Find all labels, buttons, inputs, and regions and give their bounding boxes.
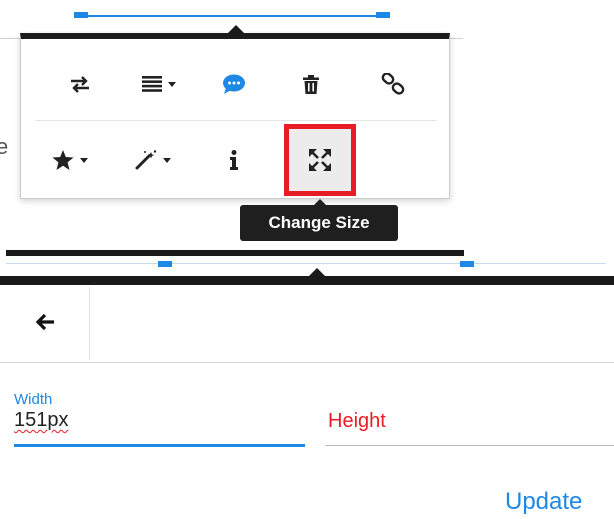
width-input-underline (14, 444, 305, 447)
magic-wand-icon (135, 150, 157, 170)
image-size-panel: Width 151px Height Update (0, 276, 614, 519)
style-dropdown-button[interactable] (122, 132, 184, 188)
chevron-down-icon (168, 81, 176, 87)
toolbar-separator (35, 120, 437, 121)
height-field[interactable]: Height (325, 391, 614, 446)
resize-handle-top-right[interactable] (376, 12, 390, 18)
image-toolbar (20, 33, 450, 199)
height-input-underline (325, 445, 614, 446)
content-divider (449, 38, 463, 39)
tooltip: Change Size (240, 205, 398, 241)
alt-text-button[interactable] (206, 132, 262, 188)
info-icon (229, 150, 239, 170)
panel-pointer (309, 268, 325, 276)
update-button[interactable]: Update (505, 488, 582, 516)
link-icon (381, 73, 405, 95)
toolbar-row (21, 46, 449, 122)
toolbar-pointer (228, 25, 244, 33)
star-icon (52, 149, 74, 171)
change-size-button[interactable] (284, 124, 356, 196)
editor-canvas: e Change Size Width 151px Height Update (0, 0, 614, 519)
width-field[interactable]: Width 151px (14, 391, 305, 447)
image-selection-border-top (77, 15, 389, 17)
toolbar-row (21, 122, 449, 198)
resize-handle-bottom-left[interactable] (158, 261, 172, 267)
back-button[interactable] (6, 299, 84, 349)
replace-button[interactable] (52, 56, 108, 112)
panel-header (0, 285, 614, 363)
chevron-down-icon (163, 157, 171, 163)
expand-icon (309, 149, 331, 171)
replace-icon (69, 75, 91, 93)
insert-link-button[interactable] (365, 56, 421, 112)
remove-image-button[interactable] (283, 56, 339, 112)
align-icon (142, 76, 162, 92)
height-input[interactable]: Height (328, 410, 386, 433)
resize-handle-bottom-right[interactable] (460, 261, 474, 267)
resize-handle-top-left[interactable] (74, 12, 88, 18)
display-dropdown-button[interactable] (39, 132, 101, 188)
content-divider (0, 38, 22, 39)
header-divider (89, 287, 90, 360)
chevron-down-icon (80, 157, 88, 163)
image-selection-border-bottom (6, 263, 606, 264)
arrow-left-icon (35, 313, 55, 336)
comment-icon (222, 74, 246, 95)
align-dropdown-button[interactable] (128, 56, 190, 112)
image-bottom-border (6, 250, 464, 256)
background-text-fragment: e (0, 134, 9, 159)
width-input[interactable]: 151px (14, 409, 69, 432)
trash-icon (303, 74, 319, 94)
width-label: Width (14, 391, 53, 408)
caption-button[interactable] (206, 56, 262, 112)
